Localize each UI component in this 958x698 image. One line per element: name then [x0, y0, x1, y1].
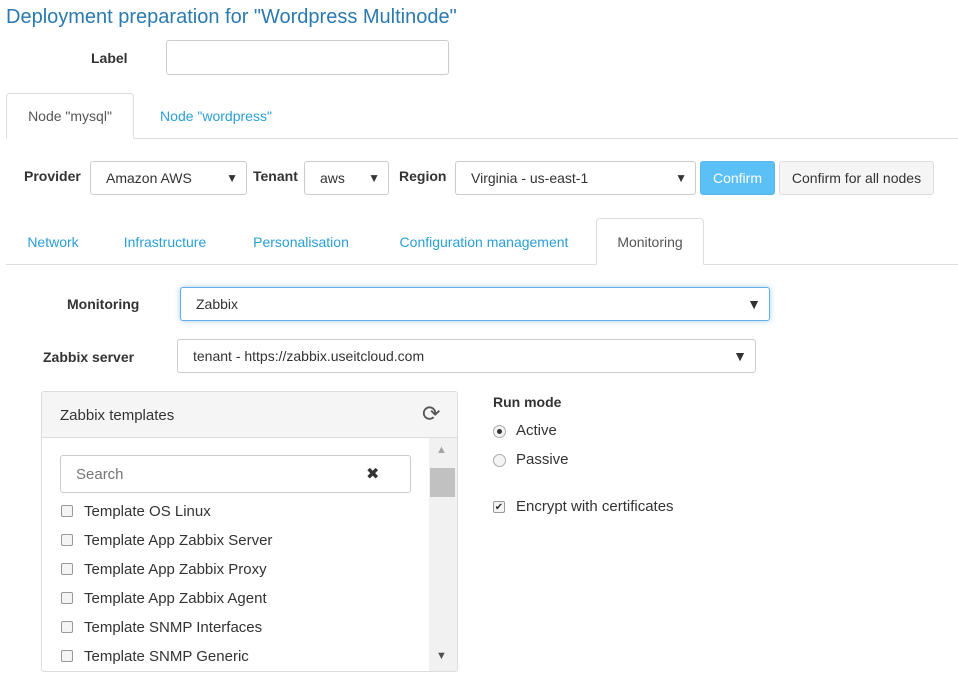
zabbix-templates-panel-header: Zabbix templates ⟳ [42, 392, 457, 438]
template-checkbox-app-zabbix-agent[interactable] [61, 592, 73, 604]
encrypt-checkbox[interactable]: ✔ [493, 501, 505, 513]
chevron-down-icon: ▼ [226, 171, 238, 185]
run-mode-active-label: Active [516, 422, 557, 439]
tenant-select[interactable]: aws ▼ [304, 161, 389, 195]
template-label-app-zabbix-agent: Template App Zabbix Agent [84, 590, 267, 607]
scrollbar-thumb[interactable] [430, 468, 455, 497]
encrypt-label: Encrypt with certificates [516, 498, 674, 515]
monitoring-select[interactable]: Zabbix ▼ [180, 287, 770, 321]
template-checkbox-snmp-generic[interactable] [61, 650, 73, 662]
run-mode-active-radio[interactable] [493, 425, 506, 438]
chevron-down-icon: ▼ [733, 348, 747, 364]
zabbix-server-select[interactable]: tenant - https://zabbix.useitcloud.com ▼ [177, 339, 756, 373]
radio-selected-dot [497, 429, 502, 434]
template-checkbox-snmp-interfaces[interactable] [61, 621, 73, 633]
region-select-value: Virginia - us-east-1 [471, 170, 589, 186]
run-mode-passive-radio[interactable] [493, 454, 506, 467]
check-icon: ✔ [494, 502, 504, 513]
label-input[interactable] [166, 40, 449, 75]
tab-monitoring-label: Monitoring [617, 233, 683, 250]
provider-select[interactable]: Amazon AWS ▼ [90, 161, 247, 195]
confirm-all-nodes-label: Confirm for all nodes [791, 170, 922, 186]
template-search-box: ✖ [60, 455, 411, 493]
template-list-scrollbar[interactable]: ▲ ▼ [429, 438, 457, 671]
tab-infrastructure-label: Infrastructure [123, 234, 207, 250]
tab-personalisation[interactable]: Personalisation [234, 219, 368, 265]
monitoring-select-value: Zabbix [196, 296, 239, 312]
tenant-label: Tenant [253, 168, 298, 184]
chevron-down-icon: ▼ [675, 171, 687, 185]
chevron-down-icon: ▼ [747, 296, 761, 312]
tab-monitoring[interactable]: Monitoring [596, 218, 704, 265]
tab-node-mysql[interactable]: Node "mysql" [6, 93, 134, 139]
tab-network-label: Network [27, 234, 79, 250]
template-label-os-linux: Template OS Linux [84, 503, 211, 520]
provider-label: Provider [24, 168, 81, 184]
template-checkbox-app-zabbix-server[interactable] [61, 534, 73, 546]
template-search-input[interactable] [62, 457, 352, 491]
provider-select-value: Amazon AWS [106, 170, 192, 186]
monitoring-label: Monitoring [67, 296, 140, 312]
confirm-all-nodes-button[interactable]: Confirm for all nodes [779, 161, 934, 195]
tab-node-mysql-label: Node "mysql" [28, 108, 112, 124]
page-title: Deployment preparation for "Wordpress Mu… [6, 6, 457, 28]
zabbix-server-select-value: tenant - https://zabbix.useitcloud.com [193, 348, 425, 364]
clear-search-icon[interactable]: ✖ [366, 464, 379, 484]
label-field-label: Label [91, 50, 128, 66]
run-mode-title: Run mode [493, 394, 562, 410]
template-checkbox-os-linux[interactable] [61, 505, 73, 517]
template-label-app-zabbix-proxy: Template App Zabbix Proxy [84, 561, 267, 578]
tab-personalisation-label: Personalisation [253, 234, 349, 250]
region-select[interactable]: Virginia - us-east-1 ▼ [455, 161, 696, 195]
tenant-select-value: aws [320, 170, 345, 186]
zabbix-templates-panel: Zabbix templates ⟳ ✖ Template OS Linux T… [41, 391, 458, 672]
tab-network[interactable]: Network [10, 219, 96, 265]
zabbix-templates-title: Zabbix templates [60, 407, 175, 424]
tab-node-wordpress[interactable]: Node "wordpress" [140, 93, 292, 139]
chevron-down-icon: ▼ [368, 171, 380, 185]
confirm-button-label: Confirm [712, 170, 762, 186]
confirm-button[interactable]: Confirm [700, 161, 775, 195]
template-label-snmp-interfaces: Template SNMP Interfaces [84, 619, 263, 636]
zabbix-server-label: Zabbix server [43, 349, 135, 365]
refresh-icon[interactable]: ⟳ [422, 401, 440, 427]
template-label-snmp-generic: Template SNMP Generic [84, 648, 249, 665]
region-label: Region [399, 168, 447, 184]
tab-infrastructure[interactable]: Infrastructure [106, 219, 224, 265]
tab-node-wordpress-label: Node "wordpress" [160, 108, 272, 124]
template-checkbox-app-zabbix-proxy[interactable] [61, 563, 73, 575]
scroll-up-icon[interactable]: ▲ [436, 444, 447, 456]
run-mode-passive-label: Passive [516, 451, 569, 468]
template-label-app-zabbix-server: Template App Zabbix Server [84, 532, 273, 549]
tab-configuration-management-label: Configuration management [399, 234, 569, 250]
scroll-down-icon[interactable]: ▼ [436, 650, 447, 662]
tab-configuration-management[interactable]: Configuration management [378, 219, 590, 265]
